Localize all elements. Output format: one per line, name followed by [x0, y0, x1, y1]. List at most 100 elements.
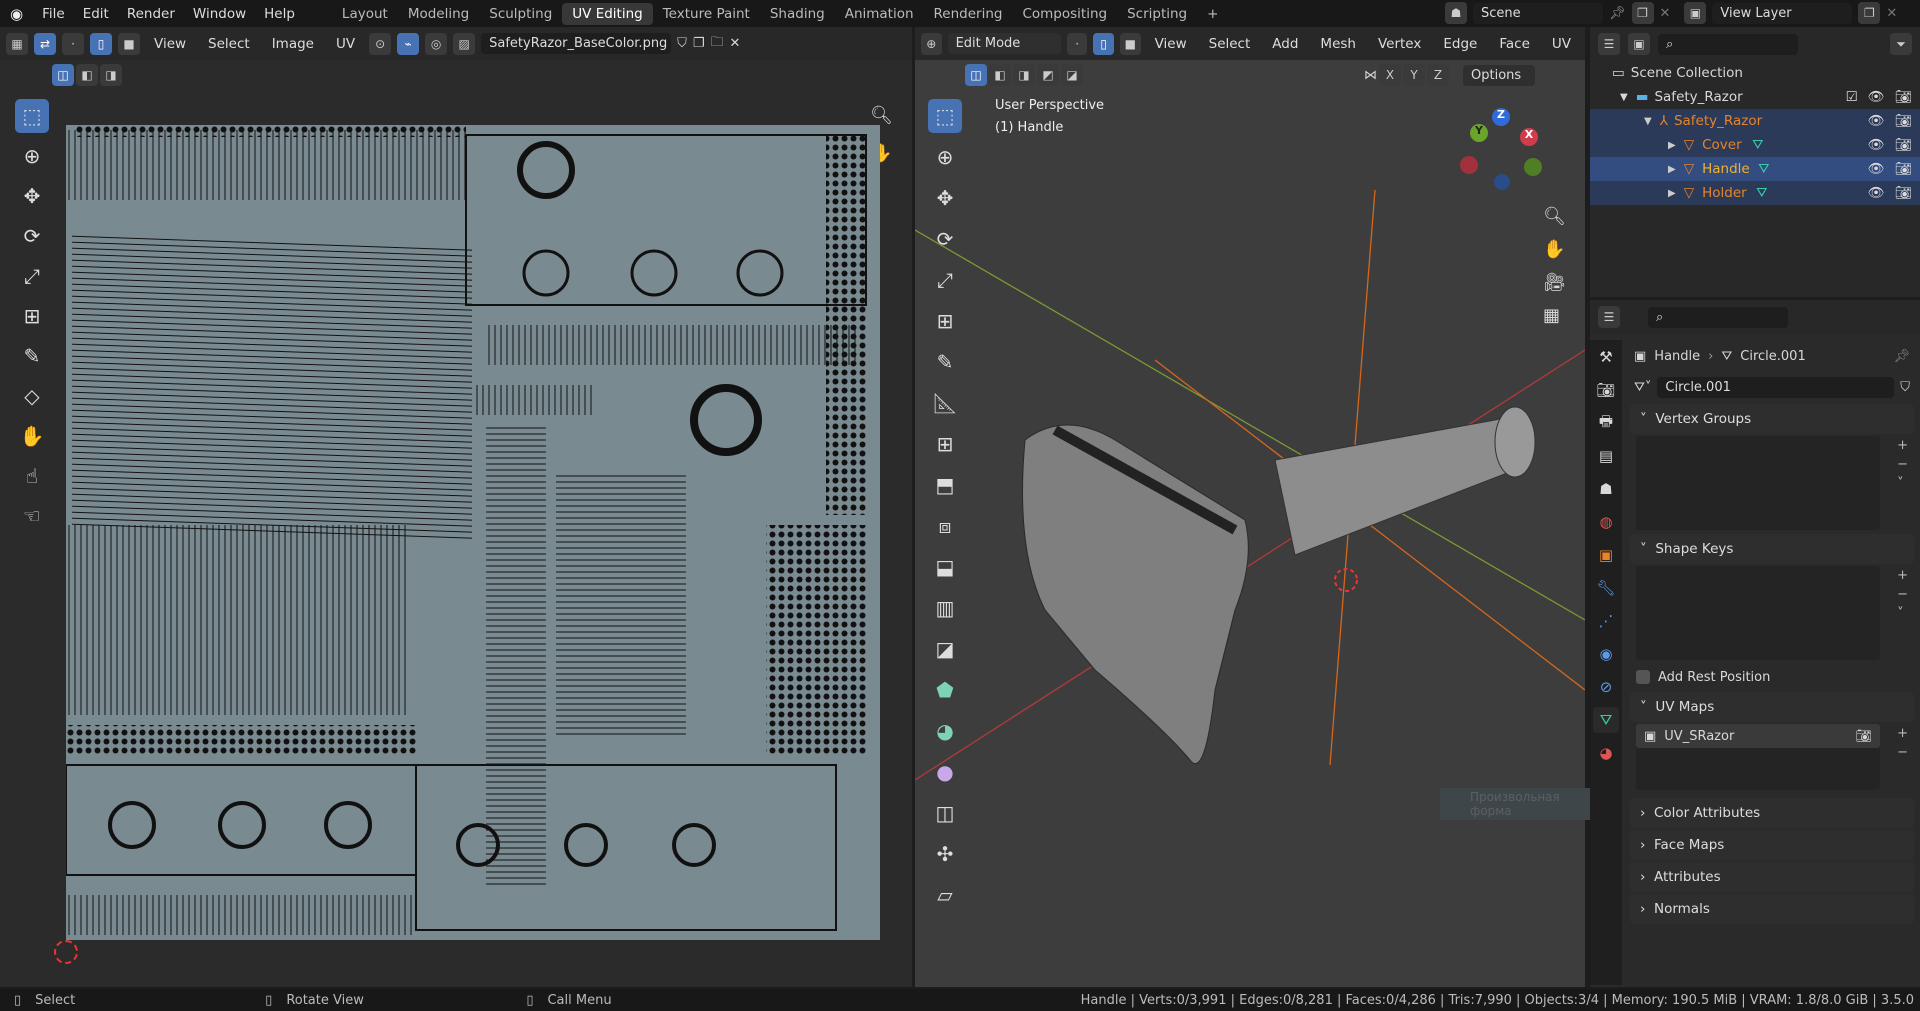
proportional-edit-icon[interactable]: ◎: [425, 32, 448, 55]
vp-menu-face[interactable]: Face: [1491, 33, 1538, 55]
particles-tab-icon[interactable]: ⋰: [1593, 608, 1619, 634]
bevel-tool-icon[interactable]: ⬓: [928, 550, 962, 584]
uv-canvas[interactable]: [65, 125, 880, 940]
shape-keys-list[interactable]: + − ˅: [1636, 566, 1908, 660]
panel-uv-maps[interactable]: ˅ UV Maps: [1630, 692, 1914, 722]
visibility-eye-icon[interactable]: 👁︎: [1868, 113, 1885, 129]
tool-tab-icon[interactable]: ⚒: [1593, 344, 1619, 370]
object-tab-icon[interactable]: ▣: [1593, 542, 1619, 568]
view-layer-selector-icon[interactable]: ▣: [1684, 2, 1707, 24]
vp-menu-uv[interactable]: UV: [1544, 33, 1579, 55]
mirror-z-toggle[interactable]: Z: [1427, 64, 1449, 86]
zoom-icon[interactable]: 🔍︎: [870, 105, 893, 126]
tab-rendering[interactable]: Rendering: [924, 3, 1013, 25]
mesh-data-icon[interactable]: ⛛: [1758, 161, 1769, 177]
render-camera-icon[interactable]: 📷︎: [1895, 137, 1912, 153]
constraints-tab-icon[interactable]: ⊘: [1593, 674, 1619, 700]
uv-maps-list[interactable]: ▣ UV_SRazor 📷︎ + −: [1636, 724, 1908, 790]
menu-file[interactable]: File: [33, 6, 74, 22]
extrude-tool-icon[interactable]: ⬒: [928, 468, 962, 502]
mesh-data-icon[interactable]: ⛛: [1756, 185, 1767, 201]
vertex-mode-icon[interactable]: ·: [1066, 32, 1088, 55]
select-new-icon[interactable]: ◫: [52, 64, 74, 86]
delete-scene-icon[interactable]: ✕: [1660, 6, 1671, 21]
relax-tool-icon[interactable]: ☝: [15, 459, 49, 493]
gizmo-y[interactable]: Y: [1470, 124, 1488, 142]
remove-icon[interactable]: −: [1897, 587, 1908, 602]
mirror-x-toggle[interactable]: X: [1379, 64, 1401, 86]
unlink-image-icon[interactable]: ✕: [730, 36, 741, 51]
visibility-eye-icon[interactable]: 👁︎: [1868, 89, 1885, 105]
display-mode-icon[interactable]: ▣: [1628, 33, 1650, 55]
tab-texture-paint[interactable]: Texture Paint: [653, 3, 760, 25]
mode-selector[interactable]: Edit Mode: [947, 33, 1061, 54]
view-layer-field[interactable]: View Layer: [1712, 2, 1853, 24]
render-tab-icon[interactable]: 📷︎: [1593, 377, 1619, 403]
menu-window[interactable]: Window: [184, 6, 255, 22]
face-mode-icon[interactable]: ■: [1120, 32, 1141, 55]
fake-user-icon[interactable]: ⛉: [677, 36, 687, 51]
pin-icon[interactable]: 📌︎: [1893, 349, 1910, 364]
move-tool-icon[interactable]: ✥: [928, 181, 962, 215]
add-cube-tool-icon[interactable]: ⊞: [928, 427, 962, 461]
vp-menu-mesh[interactable]: Mesh: [1312, 33, 1364, 55]
pinch-tool-icon[interactable]: ☜: [15, 499, 49, 533]
poly-build-tool-icon[interactable]: ⬟: [928, 673, 962, 707]
panel-attributes[interactable]: › Attributes: [1630, 862, 1914, 892]
pin-icon[interactable]: 📌︎: [1609, 6, 1626, 21]
panel-normals[interactable]: › Normals: [1630, 894, 1914, 924]
gizmo-x[interactable]: X: [1520, 128, 1538, 146]
tab-scripting[interactable]: Scripting: [1117, 3, 1197, 25]
editor-type-icon[interactable]: ▦: [6, 32, 28, 55]
add-icon[interactable]: +: [1897, 438, 1908, 453]
image-name-field[interactable]: SafetyRazor_BaseColor.png: [481, 33, 672, 54]
visibility-eye-icon[interactable]: 👁︎: [1868, 161, 1885, 177]
view-layer-tab-icon[interactable]: ▤: [1593, 443, 1619, 469]
transform-tool-icon[interactable]: ⊞: [928, 304, 962, 338]
panel-vertex-groups[interactable]: ˅ Vertex Groups: [1630, 404, 1914, 434]
spin-tool-icon[interactable]: ◕: [928, 714, 962, 748]
panel-color-attributes[interactable]: › Color Attributes: [1630, 798, 1914, 828]
smooth-tool-icon[interactable]: ●: [928, 755, 962, 789]
navigation-gizmo[interactable]: Z Y X: [1460, 108, 1542, 190]
outliner-item-collection[interactable]: ▼ ▬ Safety_Razor ☑ 👁︎ 📷︎: [1590, 85, 1920, 109]
vertex-groups-list[interactable]: + − ˅: [1636, 436, 1908, 530]
select-extend-icon[interactable]: ◧: [76, 64, 98, 86]
viewport-canvas[interactable]: User Perspective (1) Handle Z Y X 🔍︎ ✋ 🎥…: [914, 90, 1590, 987]
scene-tab-icon[interactable]: ☗: [1593, 476, 1619, 502]
outliner-item-holder[interactable]: ▶ ▽ Holder ⛛ 👁︎ 📷︎: [1590, 181, 1920, 205]
panel-shape-keys[interactable]: ˅ Shape Keys: [1630, 534, 1914, 564]
select-intersect-icon[interactable]: ◪: [1061, 64, 1083, 86]
properties-search-input[interactable]: ⌕: [1648, 306, 1788, 328]
output-tab-icon[interactable]: 🖶: [1593, 410, 1619, 436]
pan-icon[interactable]: ✋: [1543, 239, 1566, 260]
uv-menu-uv[interactable]: UV: [328, 33, 363, 55]
tab-uv-editing[interactable]: UV Editing: [562, 2, 653, 25]
mirror-y-toggle[interactable]: Y: [1403, 64, 1425, 86]
inset-tool-icon[interactable]: ⧈: [928, 509, 962, 543]
measure-tool-icon[interactable]: 📐︎: [928, 386, 962, 420]
visibility-eye-icon[interactable]: 👁︎: [1868, 137, 1885, 153]
rip-tool-icon[interactable]: ◇: [15, 379, 49, 413]
panel-face-maps[interactable]: › Face Maps: [1630, 830, 1914, 860]
render-camera-icon[interactable]: 📷︎: [1895, 161, 1912, 177]
tab-animation[interactable]: Animation: [835, 3, 924, 25]
snap-icon[interactable]: ⌁: [397, 32, 420, 55]
shear-tool-icon[interactable]: ▱: [928, 878, 962, 912]
outliner-item-handle[interactable]: ▶ ▽ Handle ⛛ 👁︎ 📷︎: [1590, 157, 1920, 181]
options-dropdown[interactable]: Options: [1463, 64, 1535, 86]
fake-user-icon[interactable]: ⛉: [1900, 380, 1910, 395]
gizmo-z[interactable]: Z: [1492, 108, 1510, 126]
properties-editor-type-icon[interactable]: ☰: [1598, 306, 1620, 328]
render-camera-icon[interactable]: 📷︎: [1895, 89, 1912, 105]
vertex-select-icon[interactable]: ·: [62, 32, 84, 55]
scale-tool-icon[interactable]: ⤢: [928, 263, 962, 297]
select-subtract-icon[interactable]: ◨: [100, 64, 122, 86]
uv-map-item[interactable]: ▣ UV_SRazor 📷︎: [1636, 724, 1880, 748]
loop-cut-tool-icon[interactable]: ▥: [928, 591, 962, 625]
annotate-tool-icon[interactable]: ✎: [15, 339, 49, 373]
menu-help[interactable]: Help: [255, 6, 304, 22]
new-image-icon[interactable]: ❐: [693, 36, 705, 51]
vp-menu-edge[interactable]: Edge: [1435, 33, 1485, 55]
outliner-editor-type-icon[interactable]: ☰: [1598, 33, 1620, 55]
